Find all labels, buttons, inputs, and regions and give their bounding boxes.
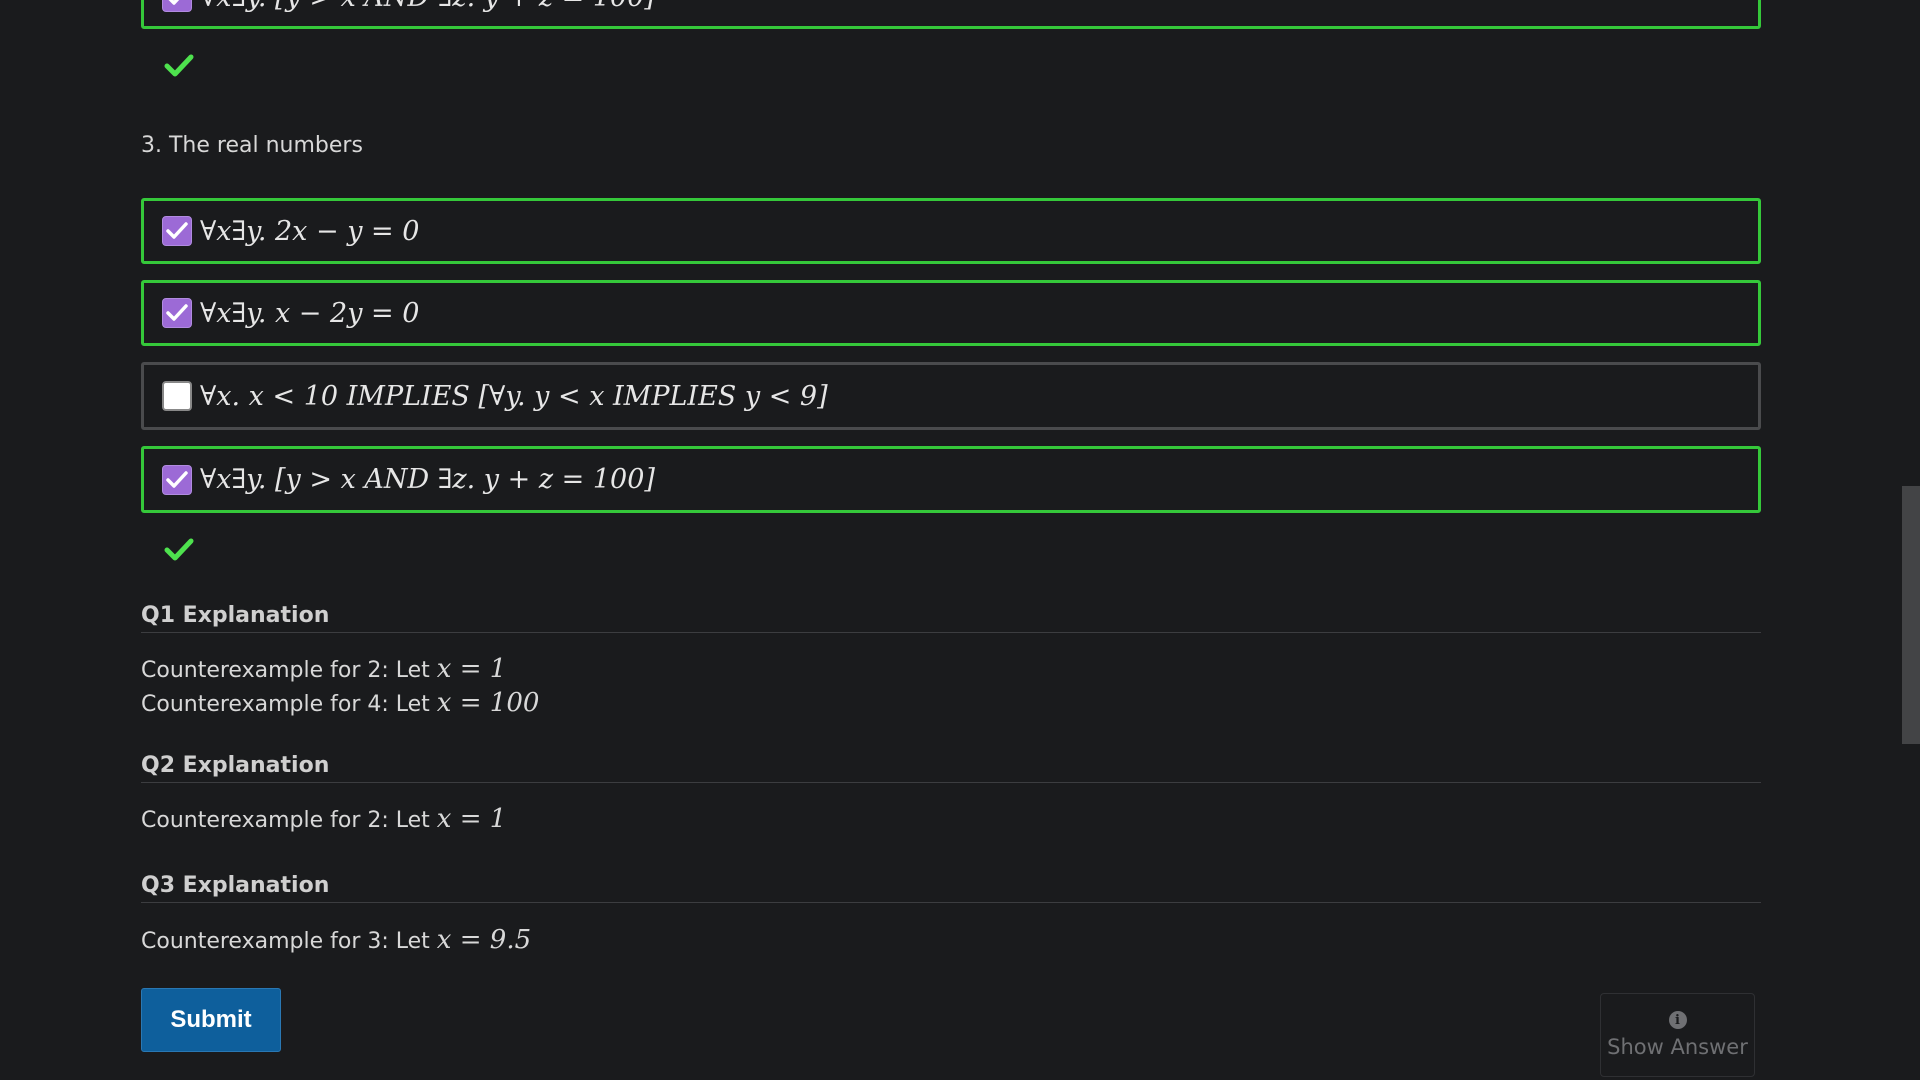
scrollbar-thumb[interactable] (1902, 486, 1920, 744)
option-q3-4[interactable]: ∀x∃y. [y > x AND ∃z. y + z = 100] (141, 446, 1761, 513)
checkbox-checked-icon[interactable] (162, 0, 192, 12)
info-icon: i (1668, 1011, 1687, 1029)
q2-explanation-line: Counterexample for 2: Let x = 1 (141, 804, 506, 834)
option-label: ∀x. x < 10 IMPLIES [∀y. y < x IMPLIES y … (200, 380, 828, 412)
q1-explanation-line: Counterexample for 4: Let x = 100 (141, 688, 539, 718)
submit-button[interactable]: Submit (141, 988, 281, 1052)
option-q3-3[interactable]: ∀x. x < 10 IMPLIES [∀y. y < x IMPLIES y … (141, 362, 1761, 430)
q1-explanation-heading: Q1 Explanation (141, 603, 1761, 633)
show-answer-label: Show Answer (1607, 1035, 1748, 1059)
option-q2-4[interactable]: ∀x∃y. [y > x AND ∃z. y + z = 100] (141, 0, 1761, 29)
q2-explanation-heading: Q2 Explanation (141, 753, 1761, 783)
explanation-text: Counterexample for 3: Let (141, 929, 437, 954)
correct-check-icon (164, 537, 194, 563)
explanation-math: x = 1 (436, 804, 507, 834)
checkbox-checked-icon[interactable] (162, 464, 192, 495)
explanation-math: x = 1 (436, 654, 507, 684)
option-label: ∀x∃y. [y > x AND ∃z. y + z = 100] (200, 464, 655, 495)
explanation-math: x = 9.5 (436, 925, 532, 955)
option-label: ∀x∃y. x − 2y = 0 (200, 297, 420, 329)
option-label: ∀x∃y. 2x − y = 0 (200, 215, 420, 247)
explanation-text: Counterexample for 2: Let (141, 658, 437, 683)
option-q3-2[interactable]: ∀x∃y. x − 2y = 0 (141, 280, 1761, 346)
checkbox-checked-icon[interactable] (162, 216, 192, 246)
q3-explanation-line: Counterexample for 3: Let x = 9.5 (141, 925, 531, 955)
show-answer-button[interactable]: i Show Answer (1600, 993, 1755, 1077)
explanation-text: Counterexample for 2: Let (141, 808, 437, 833)
q1-explanation-line: Counterexample for 2: Let x = 1 (141, 654, 506, 684)
explanation-text: Counterexample for 4: Let (141, 692, 437, 717)
option-label: ∀x∃y. [y > x AND ∃z. y + z = 100] (200, 0, 655, 13)
q3-explanation-heading: Q3 Explanation (141, 873, 1761, 903)
option-q3-1[interactable]: ∀x∃y. 2x − y = 0 (141, 198, 1761, 264)
correct-check-icon (164, 53, 194, 79)
checkbox-unchecked-icon[interactable] (162, 381, 192, 411)
question-title: 3. The real numbers (141, 133, 363, 158)
explanation-math: x = 100 (436, 688, 540, 718)
checkbox-checked-icon[interactable] (162, 298, 192, 328)
